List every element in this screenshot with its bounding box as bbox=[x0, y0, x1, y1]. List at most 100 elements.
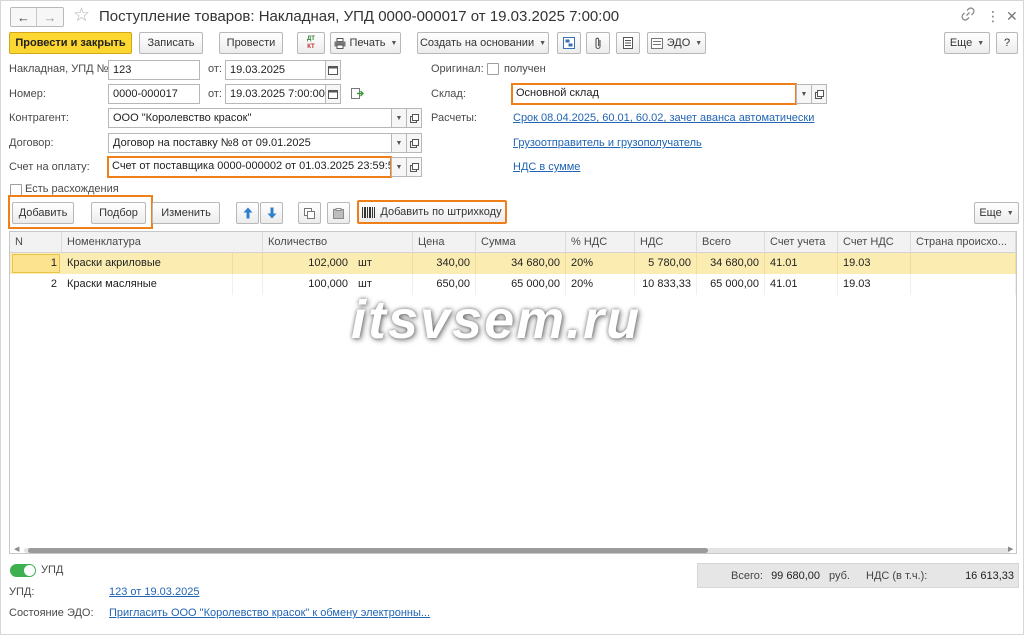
paperclip-icon bbox=[593, 37, 603, 50]
payment-invoice-label: Счет на оплату: bbox=[9, 161, 90, 173]
move-up-button[interactable] bbox=[236, 202, 259, 224]
column-header-vat[interactable]: НДС bbox=[635, 232, 697, 253]
total-value: 99 680,00 bbox=[771, 570, 820, 582]
copy-icon bbox=[304, 207, 315, 219]
warehouse-field[interactable]: Основной склад bbox=[511, 83, 797, 105]
contract-field[interactable]: Договор на поставку №8 от 09.01.2025 bbox=[108, 133, 392, 153]
dt-kt-button[interactable]: ДТ КТ bbox=[297, 32, 325, 54]
edo-button[interactable]: ЭДО ▼ bbox=[647, 32, 706, 54]
chevron-down-icon[interactable]: ▼ bbox=[391, 133, 407, 153]
vat-total-label: НДС (в т.ч.): bbox=[866, 570, 928, 582]
vat-cell: 10 833,33 bbox=[635, 274, 697, 295]
column-header-vat-account[interactable]: Счет НДС bbox=[838, 232, 911, 253]
post-and-close-button[interactable]: Провести и закрыть bbox=[9, 32, 132, 54]
selection-button[interactable]: Подбор bbox=[91, 202, 146, 224]
vat-rate-cell: 20% bbox=[566, 253, 635, 274]
chevron-down-icon[interactable]: ▼ bbox=[796, 84, 812, 104]
discrepancy-label: Есть расхождения bbox=[25, 183, 119, 195]
column-header-price[interactable]: Цена bbox=[413, 232, 476, 253]
scroll-right-icon[interactable]: ▶ bbox=[1008, 545, 1013, 553]
horizontal-scrollbar[interactable] bbox=[24, 548, 1010, 553]
open-icon[interactable] bbox=[811, 84, 827, 104]
counterparty-label: Контрагент: bbox=[9, 112, 69, 124]
original-received-checkbox[interactable] bbox=[487, 63, 499, 75]
open-icon[interactable] bbox=[406, 133, 422, 153]
calendar-icon[interactable] bbox=[325, 60, 341, 80]
move-down-button[interactable] bbox=[260, 202, 283, 224]
scroll-left-icon[interactable]: ◀ bbox=[14, 545, 19, 553]
page-title: Поступление товаров: Накладная, УПД 0000… bbox=[99, 8, 620, 25]
shipper-consignee-link[interactable]: Грузоотправитель и грузополучатель bbox=[513, 137, 702, 149]
change-button[interactable]: Изменить bbox=[152, 202, 220, 224]
more-menu-icon[interactable]: ⋮ bbox=[986, 7, 1000, 25]
print-button[interactable]: Печать ▼ bbox=[330, 32, 401, 54]
attach-button[interactable] bbox=[586, 32, 610, 54]
link-icon[interactable] bbox=[961, 7, 975, 25]
number-field[interactable]: 0000-000017 bbox=[108, 84, 200, 104]
table-row[interactable]: 1 Краски акриловые 102,000 шт 340,00 34 … bbox=[10, 253, 1016, 274]
number-date-field[interactable]: 19.03.2025 7:00:00 bbox=[225, 84, 326, 104]
green-arrow-icon[interactable] bbox=[351, 88, 364, 99]
help-button[interactable]: ? bbox=[996, 32, 1018, 54]
unit-cell: шт bbox=[353, 253, 413, 274]
column-header-country[interactable]: Страна происхо... bbox=[911, 232, 1016, 253]
close-icon[interactable]: ✕ bbox=[1006, 7, 1018, 25]
upd-toggle[interactable] bbox=[10, 564, 36, 577]
dt-kt-icon: ДТ bbox=[307, 36, 315, 42]
open-icon[interactable] bbox=[406, 157, 422, 177]
favorite-star-icon[interactable]: ☆ bbox=[73, 6, 90, 26]
paste-button[interactable] bbox=[327, 202, 350, 224]
chevron-down-icon: ▼ bbox=[539, 39, 547, 47]
chevron-down-icon: ▼ bbox=[390, 39, 398, 47]
scrollbar-thumb[interactable] bbox=[28, 548, 708, 553]
chevron-down-icon[interactable]: ▼ bbox=[391, 157, 407, 177]
edo-icon bbox=[650, 37, 663, 49]
report-button[interactable] bbox=[616, 32, 640, 54]
add-by-barcode-button[interactable]: Добавить по штрихкоду bbox=[357, 200, 507, 224]
write-button[interactable]: Записать bbox=[139, 32, 203, 54]
edo-invite-link[interactable]: Пригласить ООО "Королевство красок" к об… bbox=[109, 607, 430, 619]
settlements-label: Расчеты: bbox=[431, 112, 477, 124]
payment-invoice-field[interactable]: Счет от поставщика 0000-000002 от 01.03.… bbox=[107, 156, 392, 178]
document-list-icon bbox=[623, 37, 633, 49]
account-cell: 41.01 bbox=[765, 253, 838, 274]
column-header-total[interactable]: Всего bbox=[697, 232, 765, 253]
upd-link[interactable]: 123 от 19.03.2025 bbox=[109, 586, 199, 598]
dt-kt-icon-bottom: КТ bbox=[307, 44, 315, 50]
copy-button[interactable] bbox=[298, 202, 321, 224]
upd-label: УПД: bbox=[9, 586, 35, 598]
chevron-down-icon: ▼ bbox=[977, 39, 985, 47]
country-cell bbox=[911, 274, 1016, 295]
chevron-down-icon[interactable]: ▼ bbox=[391, 108, 407, 128]
counterparty-field[interactable]: ООО "Королевство красок" bbox=[108, 108, 392, 128]
paste-icon bbox=[333, 207, 344, 219]
back-arrow-icon[interactable]: ← bbox=[11, 8, 38, 26]
arrow-up-icon bbox=[243, 207, 253, 219]
more-button[interactable]: Еще ▼ bbox=[944, 32, 990, 54]
upd-toggle-label: УПД bbox=[41, 564, 64, 576]
settlements-link[interactable]: Срок 08.04.2025, 60.01, 60.02, зачет ава… bbox=[513, 112, 814, 124]
invoice-date-field[interactable]: 19.03.2025 bbox=[225, 60, 326, 80]
totals-panel: Всего: 99 680,00 руб. НДС (в т.ч.): 16 6… bbox=[697, 563, 1019, 588]
invoice-number-field[interactable]: 123 bbox=[108, 60, 200, 80]
column-header-nomenclature[interactable]: Номенклатура bbox=[62, 232, 263, 253]
add-button[interactable]: Добавить bbox=[12, 202, 74, 224]
row-number: 2 bbox=[50, 278, 57, 290]
column-header-sum[interactable]: Сумма bbox=[476, 232, 566, 253]
vat-total-value: 16 613,33 bbox=[965, 570, 1014, 582]
forward-arrow-icon[interactable]: → bbox=[37, 8, 63, 26]
post-button[interactable]: Провести bbox=[219, 32, 283, 54]
vat-in-sum-link[interactable]: НДС в сумме bbox=[513, 161, 580, 173]
original-label: Оригинал: bbox=[431, 63, 484, 75]
create-based-on-button[interactable]: Создать на основании ▼ bbox=[417, 32, 549, 54]
table-more-button[interactable]: Еще ▼ bbox=[974, 202, 1019, 224]
column-header-vat-rate[interactable]: % НДС bbox=[566, 232, 635, 253]
column-header-account[interactable]: Счет учета bbox=[765, 232, 838, 253]
calendar-icon[interactable] bbox=[325, 84, 341, 104]
column-header-quantity[interactable]: Количество bbox=[263, 232, 413, 253]
price-cell: 340,00 bbox=[413, 253, 476, 274]
column-header-n[interactable]: N bbox=[10, 232, 62, 253]
structure-button[interactable] bbox=[557, 32, 581, 54]
open-icon[interactable] bbox=[406, 108, 422, 128]
contract-label: Договор: bbox=[9, 137, 54, 149]
